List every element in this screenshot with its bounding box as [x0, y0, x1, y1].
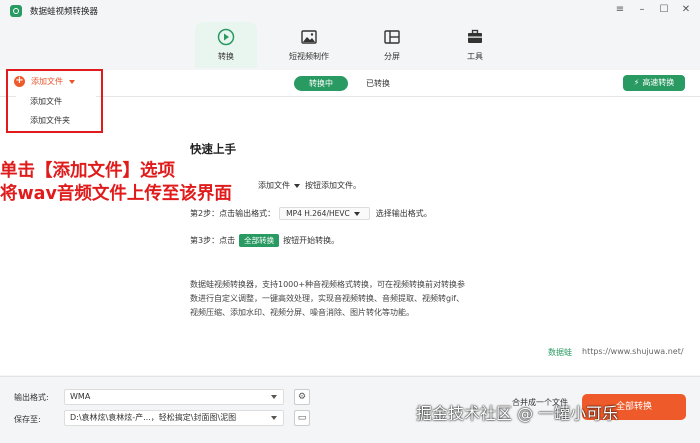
guide-step-2: 第2步：点击输出格式： MP4 H.264/HEVC 选择输出格式。 [190, 207, 432, 220]
desc-line: 视频压缩、添加水印、视频分屏、噪音消除、图片转化等功能。 [190, 308, 414, 317]
tab-split-screen[interactable]: 分屏 [361, 22, 423, 68]
open-folder-button[interactable]: ▭ [294, 410, 310, 426]
desc-line: 数进行自定义调整，一键高效处理，实现音视频转换、音频提取、视频转gif、 [190, 294, 465, 303]
tab-label: 短视频制作 [289, 52, 329, 61]
output-format-select[interactable]: WMA [64, 389, 284, 405]
settings-icon: ⚙ [297, 392, 307, 402]
save-to-select[interactable]: D:\袁林炫\袁林炫-产...，轻松搞定\封面图\泥图 [64, 410, 284, 426]
close-icon[interactable]: ✕ [680, 4, 692, 16]
save-to-label: 保存至: [14, 415, 41, 424]
tab-convert[interactable]: 转换 [195, 22, 257, 68]
guide-title: 快速上手 [190, 142, 236, 156]
maximize-icon[interactable]: ☐ [658, 4, 670, 16]
toolbox-icon [468, 29, 482, 43]
brand-name: 数据蛙 [548, 348, 572, 357]
split-screen-icon [384, 30, 400, 44]
step1-button-label: 添加文件 [258, 181, 290, 190]
tab-label: 转换 [218, 52, 234, 61]
step2-tail: 选择输出格式。 [375, 209, 432, 218]
chevron-down-icon [271, 395, 277, 399]
tab-label: 分屏 [384, 52, 400, 61]
title-bar: 数据蛙视频转换器 ≡ – ☐ ✕ [0, 0, 700, 22]
app-title: 数据蛙视频转换器 [30, 7, 99, 17]
output-format-label: 输出格式: [14, 393, 49, 402]
tab-converting[interactable]: 转换中 [294, 76, 348, 91]
app-logo-icon [10, 5, 22, 17]
fast-convert-button[interactable]: ⚡ 高速转换 [623, 75, 685, 91]
step1-tail: 按钮添加文件。 [305, 181, 361, 190]
guide-step-3: 第3步：点击 全部转换 按钮开始转换。 [190, 234, 339, 247]
desc-line: 数据蛙视频转换器，支持1000+种音视频格式转换，可在视频转换前对转换参 [190, 280, 466, 289]
app-window: 数据蛙视频转换器 ≡ – ☐ ✕ 转换 短视频制作 分屏 工具 + 添加文件 转… [0, 0, 700, 443]
tab-label: 工具 [467, 52, 483, 61]
image-icon [301, 30, 317, 44]
app-description: 数据蛙视频转换器，支持1000+种音视频格式转换，可在视频转换前对转换参 数进行… [190, 278, 520, 320]
format-example: MP4 H.264/HEVC [279, 207, 370, 220]
convert-icon [217, 28, 235, 46]
format-example-label: MP4 H.264/HEVC [286, 209, 350, 218]
annotation-text-line-2: 将wav音频文件上传至该界面 [0, 184, 232, 204]
watermark-text: 掘金技术社区 @ 一罐小可乐 [416, 404, 619, 423]
fast-convert-label: 高速转换 [642, 78, 675, 87]
guide-step-1: 添加文件 按钮添加文件。 [258, 180, 361, 191]
save-to-value: D:\袁林炫\袁林炫-产...，轻松搞定\封面图\泥图 [70, 413, 237, 422]
folder-icon: ▭ [297, 413, 307, 423]
tab-short-video[interactable]: 短视频制作 [278, 22, 340, 68]
chevron-down-icon [353, 211, 360, 216]
lightning-icon: ⚡ [633, 78, 640, 87]
step2-head: 第2步：点击输出格式： [190, 209, 276, 218]
chevron-down-icon [271, 416, 277, 420]
brand-url[interactable]: https://www.shujuwa.net/ [582, 347, 684, 356]
main-panel [0, 97, 700, 375]
step3-head: 第3步：点击 [190, 236, 236, 245]
annotation-highlight-box [6, 69, 103, 133]
menu-icon[interactable]: ≡ [614, 4, 626, 16]
main-tabs: 转换 短视频制作 分屏 工具 [195, 22, 527, 68]
chevron-down-icon [294, 183, 300, 188]
tab-tools[interactable]: 工具 [444, 22, 506, 68]
convert-all-example: 全部转换 [239, 234, 280, 247]
annotation-text-line-1: 单击【添加文件】选项 [0, 161, 175, 181]
format-settings-button[interactable]: ⚙ [294, 389, 310, 405]
tab-converted[interactable]: 已转换 [366, 76, 390, 91]
minimize-icon[interactable]: – [636, 4, 648, 16]
output-format-value: WMA [70, 392, 91, 401]
sub-toolbar: + 添加文件 转换中 已转换 ⚡ 高速转换 [0, 70, 700, 97]
step3-tail: 按钮开始转换。 [283, 236, 340, 245]
window-controls: ≡ – ☐ ✕ [614, 4, 692, 16]
